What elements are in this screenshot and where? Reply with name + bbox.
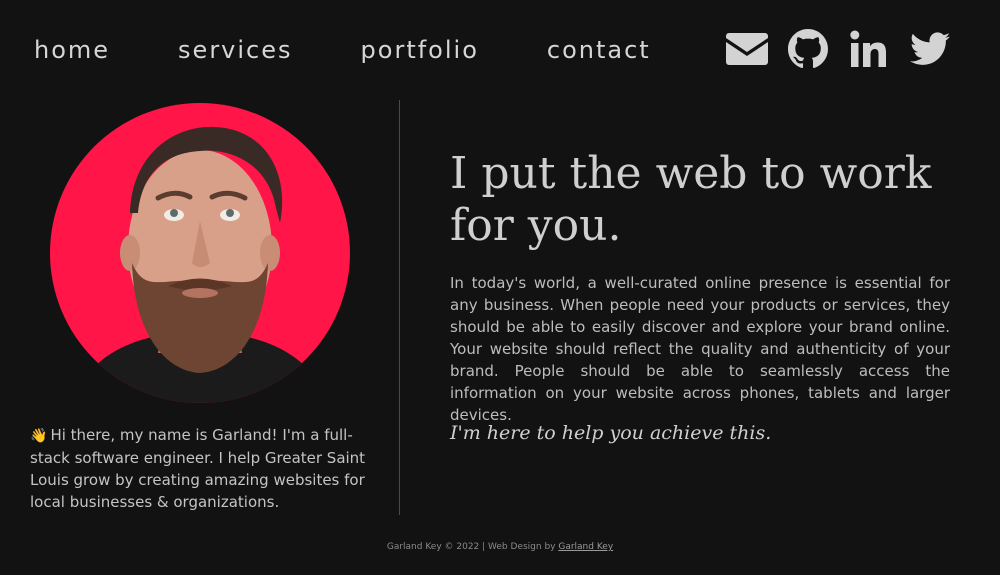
page: home services portfolio contact 👋 Hi the… — [0, 0, 1000, 575]
main-nav: home services portfolio contact — [34, 30, 651, 70]
waving-hand-icon: 👋 — [30, 428, 48, 444]
intro-text-content: Hi there, my name is Garland! I'm a full… — [30, 426, 366, 511]
social-links — [726, 28, 951, 70]
github-icon[interactable] — [787, 28, 829, 70]
nav-item-portfolio[interactable]: portfolio — [361, 30, 479, 70]
mail-icon[interactable] — [726, 28, 768, 70]
linkedin-icon[interactable] — [848, 28, 890, 70]
profile-photo — [50, 103, 350, 403]
nav-item-services[interactable]: services — [178, 30, 292, 70]
avatar-illustration — [70, 126, 330, 403]
column-divider — [399, 100, 400, 515]
intro-text: 👋 Hi there, my name is Garland! I'm a ful… — [30, 424, 370, 513]
hero-tagline: I'm here to help you achieve this. — [450, 422, 772, 444]
footer-author-link[interactable]: Garland Key — [558, 542, 613, 552]
footer-text: Garland Key © 2022 | Web Design by — [386, 542, 559, 552]
twitter-icon[interactable] — [909, 28, 951, 70]
hero-headline: I put the web to work for you. — [450, 148, 932, 251]
nav-item-contact[interactable]: contact — [547, 30, 651, 70]
hero-description: In today's world, a well-curated online … — [450, 274, 950, 424]
footer: Garland Key © 2022 | Web Design by Garla… — [0, 542, 1000, 552]
nav-item-home[interactable]: home — [34, 30, 110, 70]
